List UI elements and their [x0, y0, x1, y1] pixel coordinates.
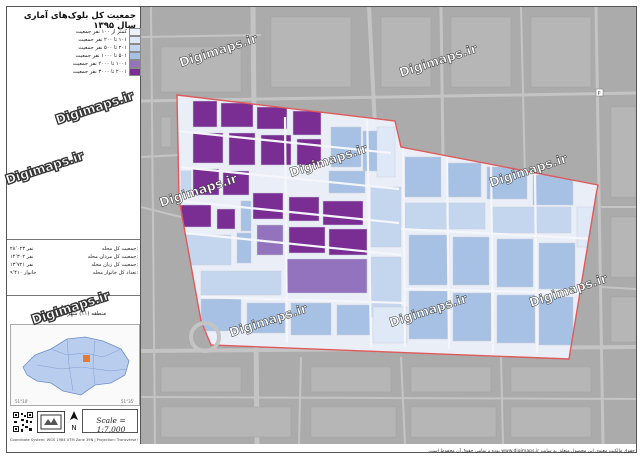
legend-swatch	[129, 36, 141, 44]
svg-text:P: P	[598, 91, 601, 97]
legend-swatch	[129, 44, 141, 52]
stat-row: ۱۳٬۷۲۱ نفر جمعیت کل زنان محله:	[10, 261, 138, 269]
inset-highlight	[83, 355, 90, 362]
stat-value: ۱۳٬۷۲۱ نفر	[10, 262, 34, 268]
projection-credit: Coordinate System: WGS 1984 UTM Zone 39N…	[10, 438, 138, 442]
legend-label: ۲۰۰۱ تا ۳۰۰۰ نفر جمعیت	[72, 69, 127, 75]
legend-swatch	[129, 68, 141, 76]
stat-row: ۲۸٬۰۲۳ نفر جمعیت کل محله:	[10, 245, 138, 253]
qr-code-icon	[12, 411, 34, 433]
legend-item: ۵۰۱ تا ۱۰۰۰ نفر جمعیت	[75, 52, 141, 60]
north-arrow-icon: N	[69, 410, 79, 434]
legend-label: ۱۰۱ تا ۲۰۰ نفر جمعیت	[78, 37, 127, 43]
svg-text:51°35': 51°35'	[121, 399, 134, 404]
legend-label: ۱۰۰۱ تا ۲۰۰۰ نفر جمعیت	[72, 61, 127, 67]
legend-item: ۱۰۱ تا ۲۰۰ نفر جمعیت	[77, 36, 141, 44]
legend-item: ۱۰۰۱ تا ۲۰۰۰ نفر جمعیت	[73, 60, 141, 68]
legend-label: ۵۰۱ تا ۱۰۰۰ نفر جمعیت	[75, 53, 127, 59]
legend: کمتر از ۱۰۰ نفر جمعیت ۱۰۱ تا ۲۰۰ نفر جمع…	[73, 28, 141, 76]
stat-value: ۹٬۴۱۰ خانوار	[10, 270, 37, 276]
divider	[7, 239, 140, 240]
stat-label: جمعیت کل زنان محله:	[91, 262, 138, 268]
stat-value: ۲۸٬۰۲۳ نفر	[10, 246, 34, 252]
digimaps-logo-icon	[37, 411, 65, 433]
legend-swatch	[129, 60, 141, 68]
legend-item: ۲۰۰۱ تا ۳۰۰۰ نفر جمعیت	[73, 68, 141, 76]
inset-map: 51°10' 51°35'	[10, 324, 140, 406]
stat-row: ۹٬۴۱۰ خانوار تعداد کل خانوار محله:	[10, 269, 138, 277]
stat-label: جمعیت کل محله:	[101, 246, 138, 252]
stat-label: تعداد کل خانوار محله:	[92, 270, 138, 276]
svg-text:51°10': 51°10'	[15, 399, 28, 404]
scale-box: Scale = 1:7,000	[82, 409, 138, 434]
population-stats: ۲۸٬۰۲۳ نفر جمعیت کل محله: ۱۴٬۳۰۲ نفر جمعیت…	[10, 245, 138, 277]
divider	[7, 295, 140, 296]
legend-item: ۲۰۱ تا ۵۰۰ نفر جمعیت	[77, 44, 141, 52]
inset-map-graphic: 51°10' 51°35'	[15, 336, 134, 404]
basemap: P Digimaps.ir Digimaps.ir Digimaps.ir Di…	[141, 7, 636, 444]
legend-panel: جمعیت کل بلوک‌های آماری سال ۱۳۹۵ کمتر از…	[7, 7, 141, 444]
north-label: N	[71, 424, 76, 432]
legend-swatch	[129, 28, 141, 36]
legend-label: ۲۰۱ تا ۵۰۰ نفر جمعیت	[78, 45, 127, 51]
scale-label: Scale = 1:7,000	[96, 416, 126, 434]
legend-label: کمتر از ۱۰۰ نفر جمعیت	[75, 29, 127, 35]
legend-swatch	[129, 52, 141, 60]
legend-item: کمتر از ۱۰۰ نفر جمعیت	[75, 28, 141, 36]
stat-label: جمعیت کل مردان محله:	[87, 254, 138, 260]
stat-row: ۱۴٬۳۰۲ نفر جمعیت کل مردان محله:	[10, 253, 138, 261]
copyright-notice: حقوق مالکیت معنوی این محصول متعلق به سای…	[427, 449, 635, 454]
map-canvas[interactable]: P Digimaps.ir Digimaps.ir Digimaps.ir Di…	[141, 7, 636, 444]
stat-value: ۱۴٬۳۰۲ نفر	[10, 254, 34, 260]
